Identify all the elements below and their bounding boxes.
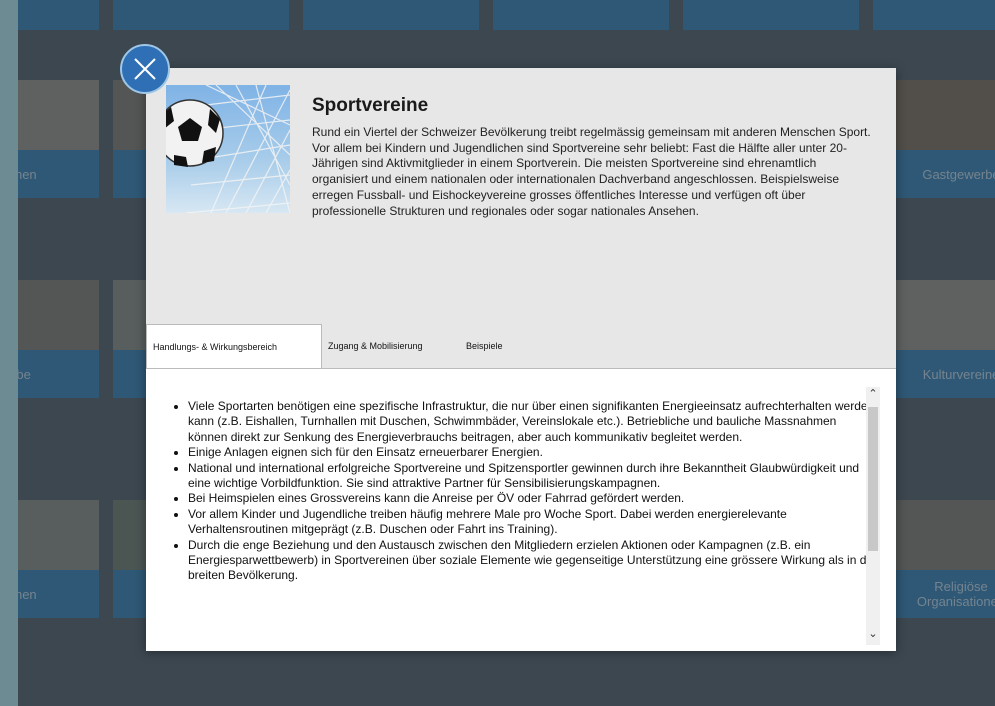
tab-bar: Handlungs- & Wirkungsbereich Zugang & Mo… — [146, 324, 896, 368]
list-item: Vor allem Kinder und Jugendliche treiben… — [188, 507, 878, 538]
close-button[interactable] — [120, 44, 170, 94]
tab-label: Handlungs- & Wirkungsbereich — [153, 341, 278, 352]
tab-beispiele[interactable]: Beispiele — [460, 324, 509, 367]
list-item: Viele Sportarten benötigen eine spezifis… — [188, 399, 878, 445]
tab-label: Zugang & Mobilisierung — [328, 340, 423, 351]
list-item: National und international erfolgreiche … — [188, 461, 878, 492]
list-item: Einige Anlagen eignen sich für den Einsa… — [188, 445, 878, 460]
modal-intro: Rund ein Viertel der Schweizer Bevölkeru… — [312, 125, 871, 218]
chevron-up-icon[interactable]: ⌃ — [866, 387, 880, 405]
bullet-list: Viele Sportarten benötigen eine spezifis… — [174, 399, 878, 637]
list-item: Bei Heimspielen eines Grossvereins kann … — [188, 491, 878, 506]
tab-label: Beispiele — [466, 340, 503, 351]
list-item: Durch die enge Beziehung und den Austaus… — [188, 538, 878, 584]
scroll-thumb[interactable] — [868, 407, 878, 551]
chevron-down-icon[interactable]: ⌄ — [866, 627, 880, 645]
detail-modal: Sportvereine Rund ein Viertel der Schwei… — [146, 68, 896, 651]
soccer-ball-in-net-image — [166, 85, 290, 213]
scrollbar[interactable]: ⌃ ⌄ — [866, 387, 880, 645]
tab-zugang-mobilisierung[interactable]: Zugang & Mobilisierung — [322, 324, 429, 367]
tab-handlungs-wirkungsbereich[interactable]: Handlungs- & Wirkungsbereich — [146, 324, 322, 368]
tab-content[interactable]: Viele Sportarten benötigen eine spezifis… — [146, 368, 896, 651]
hero-image — [166, 85, 290, 213]
modal-title: Sportvereine — [312, 95, 429, 116]
close-icon — [134, 58, 156, 80]
